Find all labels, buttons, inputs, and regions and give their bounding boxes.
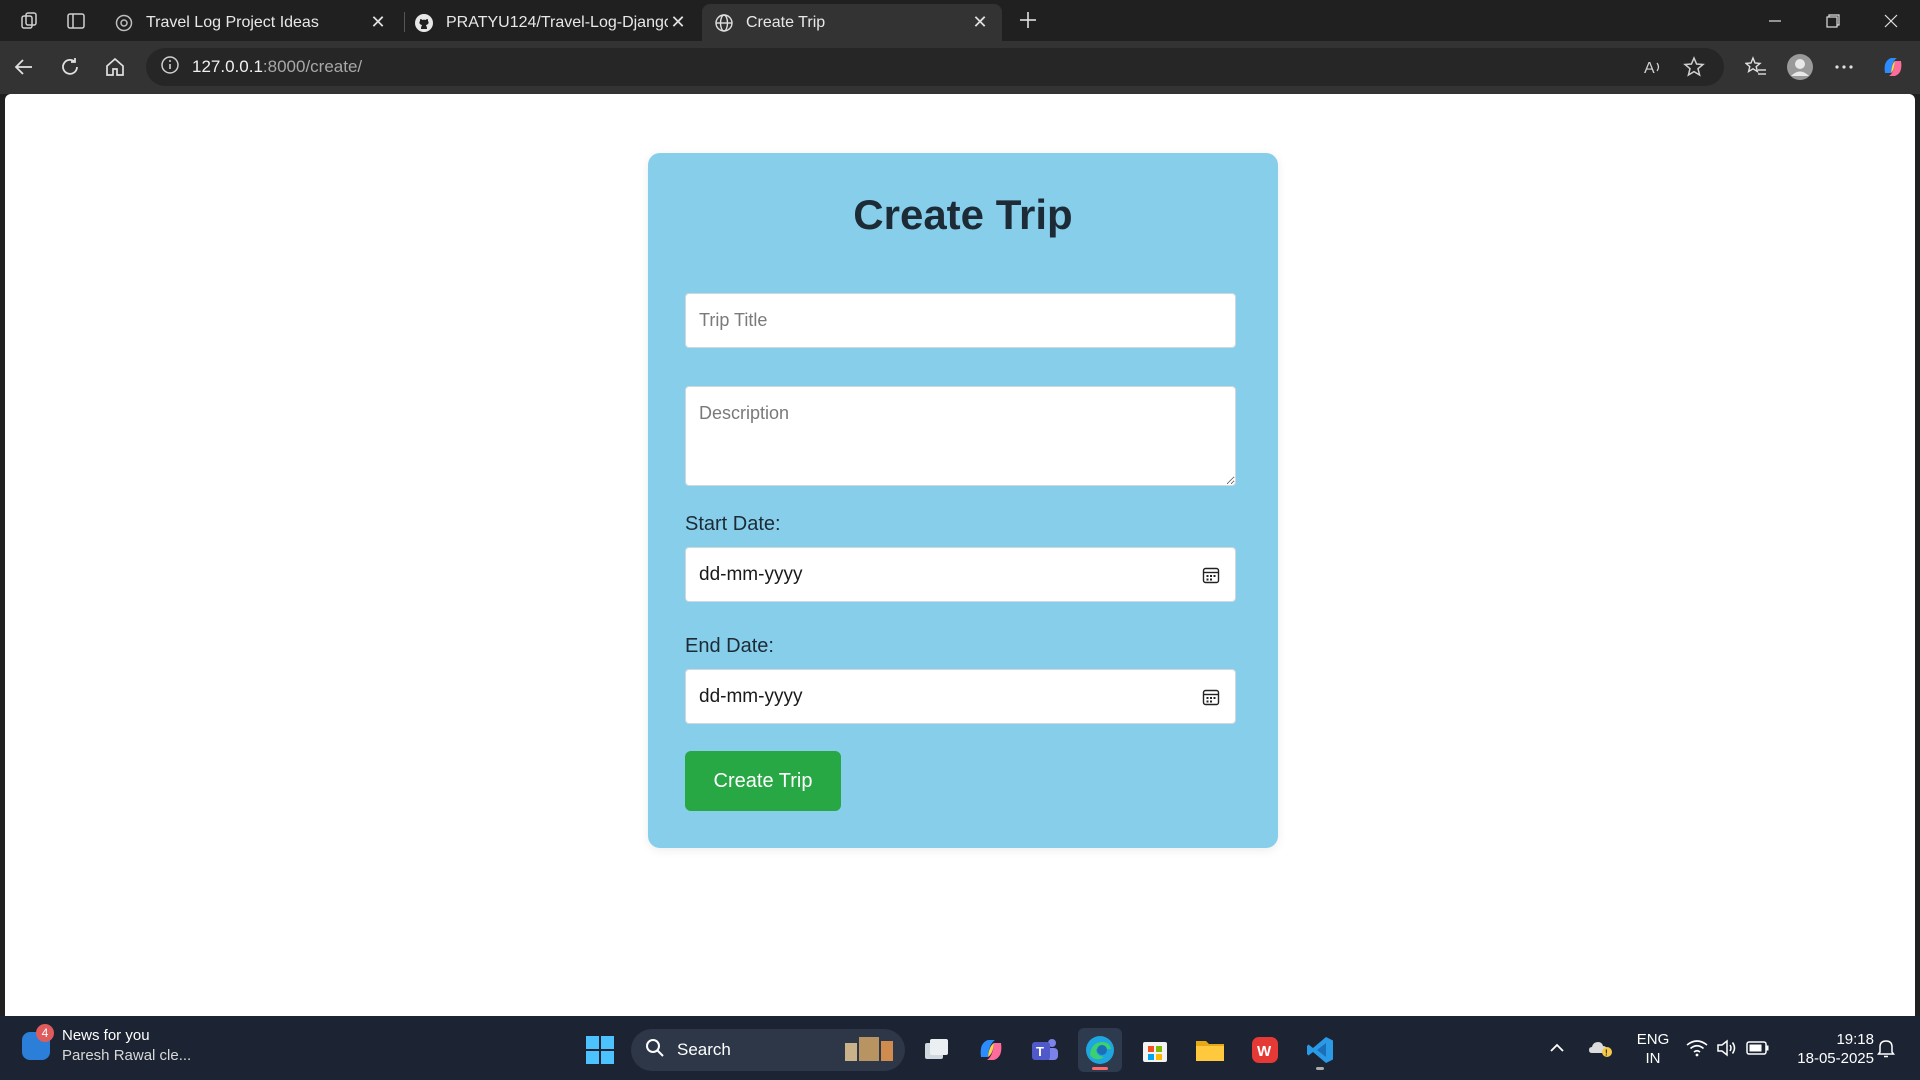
language-code: ENG [1636,1031,1670,1048]
more-options-icon[interactable] [1824,49,1864,85]
clock-time: 19:18 [1836,1031,1874,1048]
create-trip-card: Create Trip Start Date: dd-mm-yyyy End D… [648,153,1278,848]
news-text: News for you Paresh Rawal cle... [62,1026,191,1066]
svg-text:W: W [1257,1043,1272,1060]
volume-icon[interactable] [1716,1016,1738,1080]
file-explorer-icon[interactable] [1188,1028,1232,1072]
start-date-value: dd-mm-yyyy [699,563,803,585]
notification-badge: 4 [36,1024,54,1042]
back-button[interactable] [4,49,44,85]
browser-tab-strip: Travel Log Project Ideas ✕ PRATYU124/Tra… [0,0,1920,41]
favorite-star-icon[interactable] [1676,50,1712,84]
running-app-indicator [1316,1067,1324,1070]
task-view-icon[interactable] [915,1028,959,1072]
site-info-icon[interactable] [160,55,180,80]
profile-avatar-icon[interactable] [1780,49,1820,85]
language-indicator[interactable]: ENG IN [1630,1030,1676,1068]
start-date-label: Start Date: [685,513,781,535]
notifications-icon[interactable] [1876,1016,1896,1080]
search-highlight-icon [841,1033,897,1068]
start-button[interactable] [578,1028,622,1072]
tab-label: PRATYU124/Travel-Log-Django [446,13,668,31]
copilot-app-icon[interactable] [969,1028,1013,1072]
svg-text:!: ! [1605,1049,1608,1058]
page-title: Create Trip [853,191,1073,238]
close-icon[interactable]: ✕ [970,12,990,33]
close-icon[interactable]: ✕ [668,12,688,33]
new-tab-button[interactable] [1010,4,1046,36]
page-viewport: Create Trip Start Date: dd-mm-yyyy End D… [5,94,1915,1016]
end-date-label: End Date: [685,635,774,657]
region-code: IN [1645,1050,1661,1067]
tab-github-repo[interactable]: PRATYU124/Travel-Log-Django ✕ [402,4,700,41]
news-subtitle: Paresh Rawal cle... [62,1047,192,1064]
tab-label: Create Trip [746,13,826,31]
refresh-button[interactable] [50,49,90,85]
vertical-tabs-icon[interactable] [54,0,98,41]
active-app-indicator [1092,1067,1108,1070]
end-date-input[interactable]: dd-mm-yyyy [685,669,1236,724]
end-date-value: dd-mm-yyyy [699,685,803,707]
windows-taskbar: 4 News for you Paresh Rawal cle... Searc… [0,1016,1920,1080]
github-icon [414,13,434,33]
news-title: News for you [62,1027,150,1044]
workspaces-icon[interactable] [8,0,52,41]
browser-toolbar: 127.0.0.1:8000/create/ A [0,41,1920,94]
create-trip-button[interactable]: Create Trip [685,751,841,811]
clock-date: 18-05-2025 [1797,1050,1874,1067]
news-widget[interactable]: 4 News for you Paresh Rawal cle... [22,1024,191,1066]
minimize-button[interactable] [1746,0,1804,41]
address-bar[interactable]: 127.0.0.1:8000/create/ A [146,48,1724,86]
close-icon[interactable]: ✕ [368,12,388,33]
copilot-icon[interactable] [1873,49,1913,85]
description-textarea[interactable] [685,386,1236,486]
edge-browser-icon[interactable] [1078,1028,1122,1072]
tab-travel-log-ideas[interactable]: Travel Log Project Ideas ✕ [102,4,400,41]
svg-text:T: T [1036,1044,1044,1059]
calendar-icon[interactable] [1200,686,1222,708]
svg-text:A: A [1644,60,1655,77]
globe-icon [714,13,734,33]
url-text[interactable]: 127.0.0.1:8000/create/ [192,57,362,77]
search-label: Search [677,1040,731,1059]
read-aloud-icon[interactable]: A [1636,50,1672,84]
wifi-icon[interactable] [1686,1016,1708,1080]
system-clock[interactable]: 19:18 18-05-2025 [1784,1030,1874,1068]
battery-icon[interactable] [1746,1016,1770,1080]
tab-label: Travel Log Project Ideas [146,13,319,31]
search-icon [645,1038,665,1063]
show-hidden-icons[interactable] [1548,1016,1566,1080]
tab-create-trip[interactable]: Create Trip ✕ [702,4,1002,41]
wps-office-icon[interactable]: W [1243,1028,1287,1072]
url-host: 127.0.0.1 [192,57,263,76]
calendar-icon[interactable] [1200,564,1222,586]
trip-title-input[interactable] [685,293,1236,348]
close-window-button[interactable] [1862,0,1920,41]
vscode-icon[interactable] [1298,1028,1342,1072]
start-date-input[interactable]: dd-mm-yyyy [685,547,1236,602]
taskbar-search[interactable]: Search [631,1029,905,1071]
teams-icon[interactable]: T [1023,1028,1067,1072]
home-button[interactable] [95,49,135,85]
restore-button[interactable] [1804,0,1862,41]
onedrive-icon[interactable]: ! [1588,1016,1614,1080]
microsoft-store-icon[interactable] [1133,1028,1177,1072]
favorites-icon[interactable] [1736,49,1776,85]
chatgpt-icon [114,13,134,33]
url-path: :8000/create/ [262,57,363,76]
news-icon: 4 [22,1024,54,1060]
